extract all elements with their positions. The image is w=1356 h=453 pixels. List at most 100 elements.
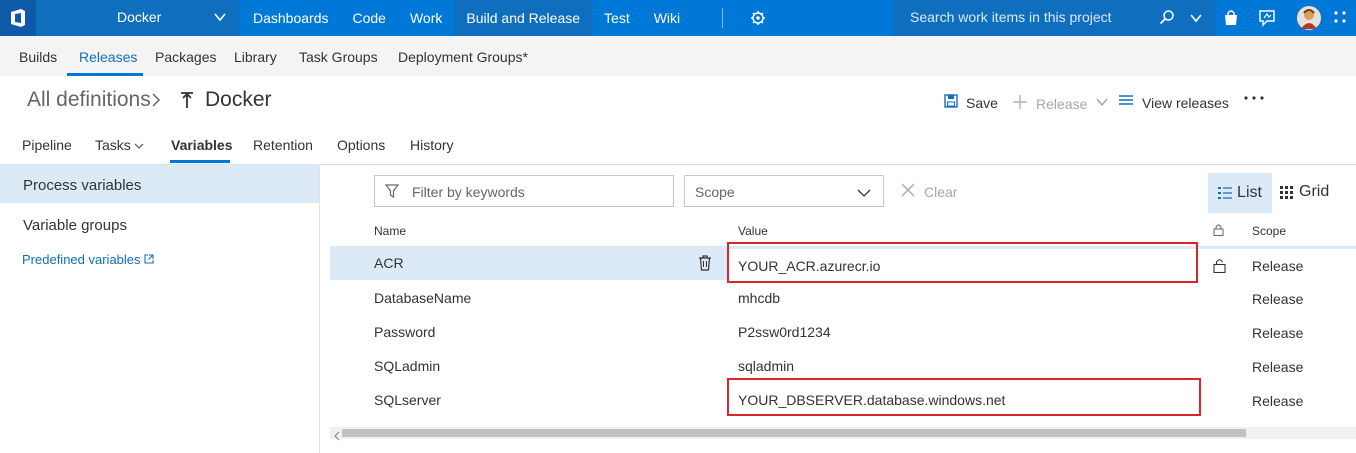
hub-library[interactable]: Library — [234, 49, 277, 65]
page-title: Docker — [205, 88, 272, 111]
hub-packages[interactable]: Packages — [155, 49, 216, 65]
list-label: List — [1237, 184, 1262, 201]
variable-scope[interactable]: Release — [1252, 325, 1303, 341]
variable-scope[interactable]: Release — [1252, 359, 1303, 375]
tab-variables[interactable]: Variables — [171, 137, 233, 153]
highlight-box — [727, 378, 1201, 416]
chevron-right-icon — [150, 92, 162, 111]
nav-wiki[interactable]: Wiki — [642, 0, 692, 36]
table-row[interactable]: Password P2ssw0rd1234 Release — [330, 314, 1356, 348]
variable-name[interactable]: DatabaseName — [374, 290, 471, 306]
search-box[interactable]: Search work items in this project — [893, 0, 1215, 36]
variable-name[interactable]: SQLserver — [374, 392, 441, 408]
table-row[interactable]: DatabaseName mhcdb Release — [330, 280, 1356, 314]
lock-icon[interactable] — [1213, 258, 1226, 276]
project-selector[interactable]: Docker — [36, 0, 239, 36]
gear-icon[interactable] — [750, 9, 766, 30]
process-variables-item[interactable]: Process variables — [0, 165, 319, 203]
nav-divider — [722, 8, 723, 28]
active-tab-indicator — [170, 160, 230, 163]
column-header-value: Value — [738, 224, 768, 238]
close-icon — [901, 183, 915, 200]
active-hub-indicator — [67, 73, 143, 76]
variable-value[interactable]: sqladmin — [738, 358, 794, 374]
release-label: Release — [1036, 95, 1088, 112]
grid-icon — [1280, 185, 1293, 199]
tab-tasks[interactable]: Tasks — [95, 137, 131, 153]
nav-build-and-release[interactable]: Build and Release — [454, 0, 593, 36]
lock-icon — [1213, 223, 1224, 239]
scope-dropdown-value: Scope — [695, 184, 735, 200]
predefined-variables-link[interactable]: Predefined variables — [22, 252, 154, 267]
grid-view-button[interactable]: Grid — [1280, 183, 1329, 201]
table-row[interactable]: SQLadmin sqladmin Release — [330, 348, 1356, 382]
filter-icon — [384, 184, 400, 201]
nav-test[interactable]: Test — [592, 0, 642, 36]
scope-dropdown[interactable]: Scope — [684, 175, 884, 207]
chevron-down-icon — [213, 10, 227, 27]
tab-pipeline[interactable]: Pipeline — [22, 137, 72, 153]
hub-task-groups[interactable]: Task Groups — [299, 49, 378, 65]
save-label: Save — [966, 94, 998, 111]
chevron-down-icon[interactable] — [1189, 11, 1203, 28]
feedback-icon[interactable] — [1258, 9, 1276, 30]
avatar[interactable] — [1296, 5, 1322, 34]
release-definition-icon — [179, 91, 195, 112]
more-actions-icon[interactable] — [1244, 95, 1264, 101]
predefined-variables-label: Predefined variables — [22, 252, 141, 267]
horizontal-scrollbar[interactable] — [330, 427, 1356, 441]
hub-deployment-groups[interactable]: Deployment Groups* — [398, 49, 528, 65]
vsts-logo-icon[interactable] — [0, 0, 36, 36]
keyword-filter-box[interactable]: Filter by keywords — [374, 175, 674, 207]
shopping-bag-icon[interactable] — [1222, 9, 1240, 30]
column-header-name: Name — [374, 224, 407, 238]
list-icon — [1218, 186, 1233, 200]
variable-value[interactable]: mhcdb — [738, 290, 780, 306]
save-button[interactable]: Save — [944, 94, 998, 111]
chevron-down-icon — [857, 186, 871, 202]
scrollbar-thumb[interactable] — [342, 429, 1246, 437]
grid-label: Grid — [1299, 183, 1330, 200]
scroll-left-arrow-icon[interactable] — [333, 428, 341, 444]
project-name: Docker — [117, 9, 162, 25]
more-icon[interactable] — [1333, 9, 1347, 30]
release-button[interactable]: Release — [1012, 94, 1109, 113]
clear-label: Clear — [924, 183, 958, 200]
nav-code[interactable]: Code — [341, 0, 398, 36]
hub-builds[interactable]: Builds — [19, 49, 57, 65]
variable-scope[interactable]: Release — [1252, 258, 1303, 274]
variables-side-panel: Process variables Variable groups Predef… — [0, 165, 320, 453]
tab-options[interactable]: Options — [337, 137, 385, 153]
variable-name[interactable]: ACR — [374, 255, 404, 271]
process-variables-label: Process variables — [23, 177, 142, 194]
variable-scope[interactable]: Release — [1252, 393, 1303, 409]
top-bar: Docker Dashboards Code Work Build and Re… — [0, 0, 1356, 36]
variable-groups-item[interactable]: Variable groups — [23, 217, 127, 234]
keyword-filter-input[interactable]: Filter by keywords — [412, 184, 525, 200]
variable-scope[interactable]: Release — [1252, 291, 1303, 307]
save-icon — [944, 94, 958, 111]
chevron-down-icon[interactable] — [133, 139, 145, 155]
plus-icon — [1012, 94, 1028, 113]
top-nav: Dashboards Code Work Build and Release T… — [241, 0, 692, 36]
nav-dashboards[interactable]: Dashboards — [241, 0, 341, 36]
trash-icon[interactable] — [698, 255, 712, 274]
highlight-box — [727, 242, 1198, 283]
list-view-button[interactable]: List — [1208, 173, 1272, 213]
clear-filters-button[interactable]: Clear — [901, 183, 957, 200]
search-input[interactable]: Search work items in this project — [910, 9, 1112, 25]
variable-value[interactable]: P2ssw0rd1234 — [738, 324, 831, 340]
search-icon[interactable] — [1159, 9, 1175, 28]
variable-name[interactable]: SQLadmin — [374, 358, 440, 374]
external-link-icon — [143, 252, 154, 267]
hub-releases[interactable]: Releases — [79, 49, 137, 65]
column-header-scope: Scope — [1252, 224, 1287, 238]
tab-retention[interactable]: Retention — [253, 137, 313, 153]
variable-name[interactable]: Password — [374, 324, 435, 340]
view-releases-label: View releases — [1142, 94, 1229, 111]
view-releases-button[interactable]: View releases — [1118, 94, 1229, 111]
breadcrumb-all-definitions[interactable]: All definitions — [27, 88, 151, 112]
list-icon — [1118, 94, 1134, 111]
nav-work[interactable]: Work — [398, 0, 454, 36]
tab-history[interactable]: History — [410, 137, 454, 153]
